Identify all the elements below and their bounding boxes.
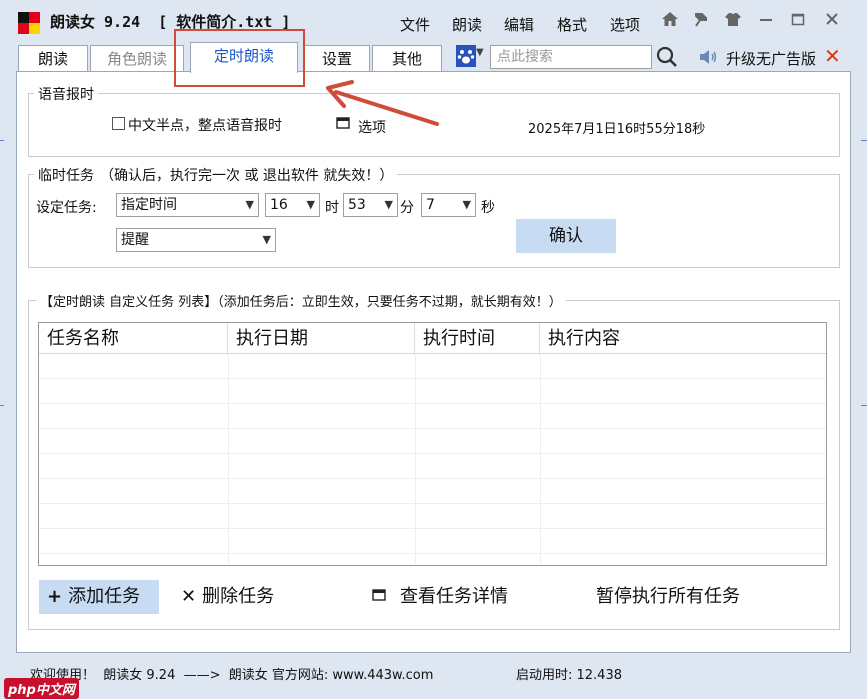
app-logo-icon xyxy=(18,12,40,34)
header-divider xyxy=(39,353,826,354)
chevron-down-icon: ▼ xyxy=(306,198,315,211)
chevron-down-icon: ▼ xyxy=(262,233,271,246)
add-task-label: 添加任务 xyxy=(68,586,141,607)
current-datetime: 2025年7月1日16时55分18秒 xyxy=(528,122,706,137)
task-mode-select[interactable]: 指定时间 ▼ xyxy=(116,193,259,217)
half-hour-checkbox-label: 中文半点，整点语音报时 xyxy=(128,118,282,134)
status-welcome: 欢迎使用！ 朗读女 9.24 ——> 朗读女 官方网站: www.443w.co… xyxy=(30,668,434,683)
chevron-down-icon: ▼ xyxy=(245,198,254,211)
close-icon: ✕ xyxy=(181,586,197,607)
column-header-exec-date[interactable]: 执行日期 xyxy=(228,323,415,353)
edge-line xyxy=(861,405,867,406)
temp-task-legend: 临时任务 （确认后，执行完一次 或 退出软件 就失效！） xyxy=(34,165,398,185)
delete-task-button[interactable]: ✕ 删除任务 xyxy=(181,580,274,614)
pin-icon[interactable] xyxy=(690,10,712,34)
window-icon xyxy=(372,580,386,614)
temp-task-title: 临时任务 xyxy=(38,168,94,184)
task-action-select[interactable]: 提醒 ▼ xyxy=(116,228,276,252)
row-divider xyxy=(39,428,826,429)
task-action-value: 提醒 xyxy=(121,232,149,248)
column-header-exec-content[interactable]: 执行内容 xyxy=(540,323,826,353)
hour-select[interactable]: 16 ▼ xyxy=(265,193,320,217)
shirt-icon[interactable] xyxy=(722,10,744,34)
chevron-down-icon: ▼ xyxy=(384,198,393,211)
search-input[interactable]: 点此搜索 xyxy=(490,45,652,69)
view-task-details-button[interactable]: 查看任务详情 xyxy=(372,580,508,614)
minute-value: 53 xyxy=(348,197,366,213)
home-icon[interactable] xyxy=(659,10,681,34)
hour-value: 16 xyxy=(270,197,288,213)
add-task-button[interactable]: + 添加任务 xyxy=(39,580,159,614)
tab-read[interactable]: 朗读 xyxy=(18,45,88,72)
task-mode-value: 指定时间 xyxy=(121,197,177,213)
search-icon[interactable] xyxy=(655,45,679,69)
delete-task-label: 删除任务 xyxy=(202,586,275,607)
menu-read[interactable]: 朗读 xyxy=(452,14,482,35)
second-unit: 秒 xyxy=(481,200,495,216)
column-divider xyxy=(228,353,229,565)
annotation-arrow-icon xyxy=(326,80,439,126)
column-header-task-name[interactable]: 任务名称 xyxy=(39,323,228,353)
plus-icon: + xyxy=(47,586,63,607)
tab-other[interactable]: 其他 xyxy=(372,45,442,72)
minute-select[interactable]: 53 ▼ xyxy=(343,193,398,217)
row-divider xyxy=(39,478,826,479)
half-hour-checkbox[interactable] xyxy=(112,117,125,130)
watermark-logo: php中文网 xyxy=(4,678,79,699)
minimize-icon[interactable] xyxy=(755,10,777,34)
maximize-icon[interactable] xyxy=(787,10,809,34)
row-divider xyxy=(39,403,826,404)
annotation-highlight-box xyxy=(174,29,305,87)
edge-line xyxy=(0,405,4,406)
second-select[interactable]: 7 ▼ xyxy=(421,193,476,217)
menu-options[interactable]: 选项 xyxy=(610,14,640,35)
second-value: 7 xyxy=(426,197,435,213)
column-header-exec-time[interactable]: 执行时间 xyxy=(415,323,540,353)
speaker-icon xyxy=(698,47,718,67)
task-table[interactable]: 任务名称 执行日期 执行时间 执行内容 xyxy=(38,322,827,566)
custom-task-legend: 【定时朗读 自定义任务 列表】（添加任务后：立即生效，只要任务不过期，就长期有效… xyxy=(36,291,566,310)
view-task-details-label: 查看任务详情 xyxy=(400,586,508,607)
row-divider xyxy=(39,528,826,529)
status-uptime: 启动用时: 12.438 xyxy=(516,668,622,683)
tab-role-read[interactable]: 角色朗读 xyxy=(90,45,184,72)
column-divider xyxy=(540,353,541,565)
upgrade-link[interactable]: 升级无广告版 xyxy=(726,48,816,69)
tab-settings[interactable]: 设置 xyxy=(304,45,370,72)
row-divider xyxy=(39,378,826,379)
menu-format[interactable]: 格式 xyxy=(557,14,587,35)
confirm-button[interactable]: 确认 xyxy=(516,219,616,253)
close-ad-icon[interactable]: ✕ xyxy=(824,44,841,68)
hour-unit: 时 xyxy=(325,200,339,216)
column-divider xyxy=(415,353,416,565)
pause-all-tasks-button[interactable]: 暂停执行所有任务 xyxy=(596,580,740,614)
voice-time-legend: 语音报时 xyxy=(34,84,98,104)
edge-line xyxy=(861,140,867,141)
row-divider xyxy=(39,553,826,554)
row-divider xyxy=(39,453,826,454)
minute-unit: 分 xyxy=(400,200,414,216)
chevron-down-icon: ▼ xyxy=(462,198,471,211)
menu-edit[interactable]: 编辑 xyxy=(504,14,534,35)
set-task-label: 设定任务: xyxy=(36,200,97,216)
baidu-paw-icon[interactable] xyxy=(456,45,476,67)
search-engine-dropdown-icon[interactable]: ▼ xyxy=(476,47,484,58)
menu-file[interactable]: 文件 xyxy=(400,14,430,35)
temp-task-note: （确认后，执行完一次 或 退出软件 就失效！） xyxy=(100,168,394,184)
close-window-icon[interactable] xyxy=(821,10,843,34)
temp-task-group xyxy=(28,174,840,268)
row-divider xyxy=(39,503,826,504)
edge-line xyxy=(0,140,4,141)
